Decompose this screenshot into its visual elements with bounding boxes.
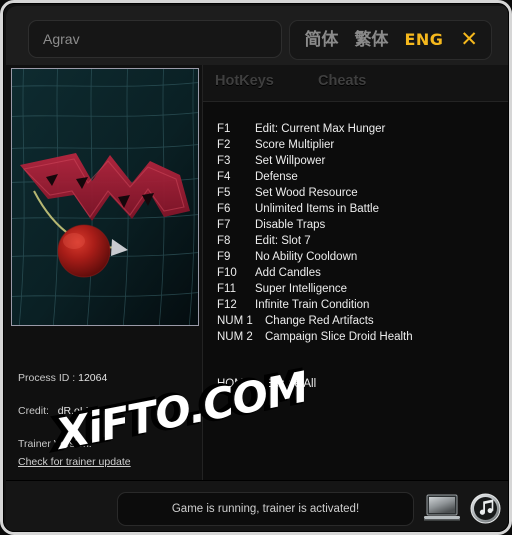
hotkey-key: F6	[217, 203, 231, 215]
update-link-row: Check for trainer update	[18, 455, 193, 470]
hotkey-row[interactable]: NUM 2 Campaign Slice Droid Health	[217, 329, 507, 345]
hotkey-label: Add Candles	[255, 267, 321, 279]
trainer-version-label: Trainer Version:	[18, 438, 92, 451]
hotkey-row[interactable]: F9 No Ability Cooldown	[217, 249, 507, 265]
hotkey-key: F10	[217, 267, 237, 279]
hotkey-key: F11	[217, 283, 236, 295]
hotkey-key: F12	[217, 299, 237, 311]
hotkey-label: Edit: Slot 7	[255, 235, 311, 247]
language-button-traditional[interactable]: 繁体	[346, 22, 396, 58]
language-switcher: 简体 繁体 ENG ✕	[289, 20, 492, 60]
hotkey-row[interactable]: F12 Infinite Train Condition	[217, 297, 507, 313]
hotkey-row[interactable]: F8 Edit: Slot 7	[217, 233, 507, 249]
hotkey-key: F2	[217, 139, 231, 151]
enable-all-key: HOME	[217, 378, 252, 390]
trainer-window: 简体 繁体 ENG ✕	[0, 0, 512, 535]
search-box[interactable]	[28, 20, 282, 58]
hotkey-row[interactable]: F10 Add Candles	[217, 265, 507, 281]
language-button-simplified[interactable]: 简体	[296, 22, 346, 58]
tab-cheats[interactable]: Cheats	[318, 73, 366, 89]
hotkey-key: F8	[217, 235, 231, 247]
hotkey-row[interactable]: F4 Defense	[217, 169, 507, 185]
credit-label: Credit:	[18, 405, 49, 418]
hotkey-key: F9	[217, 251, 231, 263]
hotkey-label: Edit: Current Max Hunger	[255, 123, 386, 135]
hotkey-row[interactable]: F2 Score Multiplier	[217, 137, 507, 153]
hotkey-list: F1 Edit: Current Max Hunger F2 Score Multip…	[217, 121, 507, 345]
game-cover-art	[11, 68, 199, 326]
hotkey-row[interactable]: F5 Set Wood Resource	[217, 185, 507, 201]
language-button-english[interactable]: ENG	[396, 22, 451, 58]
hotkey-row[interactable]: F7 Disable Traps	[217, 217, 507, 233]
hotkey-label: Campaign Slice Droid Health	[265, 331, 413, 343]
status-text: Game is running, trainer is activated!	[171, 503, 360, 515]
credit-value: dR.oLLe	[57, 405, 98, 418]
hotkey-row[interactable]: F11 Super Intelligence	[217, 281, 507, 297]
music-note-icon[interactable]	[470, 493, 501, 524]
hotkey-key: NUM 1	[217, 315, 253, 327]
enable-all-row[interactable]: HOME Enable All	[217, 376, 316, 392]
hotkey-row[interactable]: NUM 1 Change Red Artifacts	[217, 313, 507, 329]
process-id-value: 12064	[78, 372, 108, 384]
process-id-row: Process ID : 12064	[18, 371, 193, 386]
close-icon[interactable]: ✕	[451, 22, 485, 58]
hotkey-label: Set Wood Resource	[255, 187, 358, 199]
window-footer: Game is running, trainer is activated!	[6, 480, 509, 532]
laptop-icon[interactable]	[424, 493, 460, 523]
window-body: Process ID : 12064 Credit: dR.oLLe Train…	[6, 65, 509, 480]
hotkey-key: F5	[217, 187, 231, 199]
tab-hotkeys[interactable]: HotKeys	[215, 73, 274, 89]
tab-bar: HotKeys Cheats	[203, 65, 509, 102]
hotkey-label: Disable Traps	[255, 219, 326, 231]
status-box: Game is running, trainer is activated!	[117, 492, 414, 526]
hotkey-key: F4	[217, 171, 231, 183]
hotkey-label: Super Intelligence	[255, 283, 348, 295]
process-id-label: Process ID :	[18, 372, 76, 384]
hotkey-label: Infinite Train Condition	[255, 299, 370, 311]
hotkey-key: F7	[217, 219, 231, 231]
hotkey-label: Set Willpower	[255, 155, 326, 167]
enable-all-label: Enable All	[265, 378, 317, 390]
hotkey-key: F3	[217, 155, 231, 167]
cover-art-graphic	[12, 69, 198, 325]
hotkey-label: Unlimited Items in Battle	[255, 203, 379, 215]
window-header: 简体 繁体 ENG ✕	[6, 6, 509, 65]
trainer-info: Process ID : 12064 Credit: dR.oLLe Train…	[18, 371, 193, 470]
hotkey-label: Defense	[255, 171, 298, 183]
credit-row: Credit: dR.oLLe	[18, 404, 193, 419]
right-panel: HotKeys Cheats F1 Edit: Current Max Hunge…	[203, 65, 509, 480]
hotkey-label: No Ability Cooldown	[255, 251, 358, 263]
hotkey-row[interactable]: F6 Unlimited Items in Battle	[217, 201, 507, 217]
left-panel: Process ID : 12064 Credit: dR.oLLe Train…	[6, 65, 203, 480]
trainer-version-row: Trainer Version:	[18, 437, 193, 452]
check-for-update-link[interactable]: Check for trainer update	[18, 456, 131, 468]
hotkey-label: Change Red Artifacts	[265, 315, 374, 327]
hotkey-row[interactable]: F1 Edit: Current Max Hunger	[217, 121, 507, 137]
hotkey-key: F1	[217, 123, 231, 135]
search-input[interactable]	[29, 21, 281, 57]
hotkey-key: NUM 2	[217, 331, 253, 343]
hotkey-row[interactable]: F3 Set Willpower	[217, 153, 507, 169]
hotkey-label: Score Multiplier	[255, 139, 335, 151]
